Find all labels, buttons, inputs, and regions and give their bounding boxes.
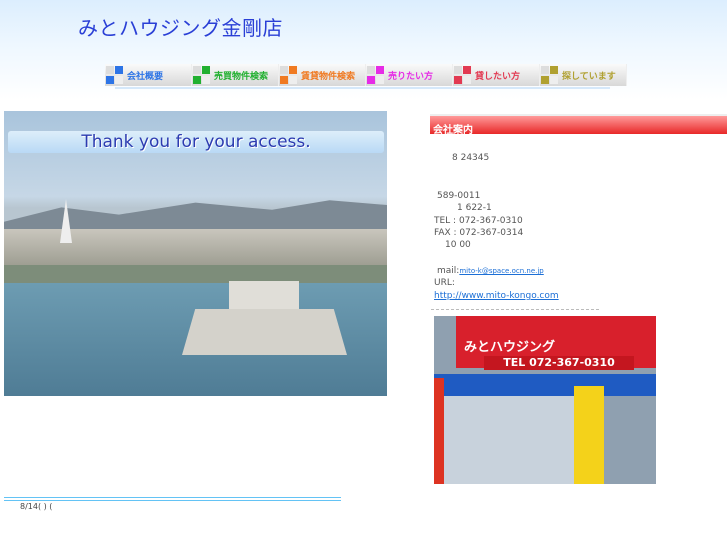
nav-landlords[interactable]: 貸したい方 [453, 64, 540, 86]
nav-sale-search[interactable]: 売買物件検索 [192, 64, 279, 86]
address: 1 622-1 [457, 203, 492, 213]
nav-label: 売買物件検索 [214, 71, 269, 82]
url-label: URL: [434, 278, 455, 288]
nav-underline [115, 87, 610, 89]
website-link[interactable]: http://www.mito-kongo.com [434, 291, 559, 301]
postal-code: 589-0011 [437, 191, 481, 201]
nav-squares-icon [105, 65, 123, 85]
nav-label: 会社概要 [127, 71, 164, 82]
nav-squares-icon [540, 65, 558, 85]
nav-label: 貸したい方 [475, 71, 521, 82]
main-nav: 会社概要 売買物件検索 賃貸物件検索 売りたい方 貸したい方 探しています [105, 64, 627, 86]
nav-label: 探しています [562, 71, 616, 82]
license-number: 8 24345 [452, 153, 490, 163]
nav-company[interactable]: 会社概要 [105, 64, 192, 86]
welcome-banner: Thank you for your access. [8, 131, 384, 153]
tel: TEL : 072-367-0310 [434, 216, 523, 226]
nav-sellers[interactable]: 売りたい方 [366, 64, 453, 86]
company-info-heading: 会社案内 [430, 114, 727, 136]
nav-squares-icon [453, 65, 471, 85]
nav-squares-icon [192, 65, 210, 85]
footer-divider [4, 497, 341, 501]
nav-rent-search[interactable]: 賃貸物件検索 [279, 64, 366, 86]
nav-label: 賃貸物件検索 [301, 71, 356, 82]
lake-photo: Thank you for your access. [4, 111, 387, 396]
site-title: みとハウジング金剛店 [78, 16, 283, 40]
store-photo: みとハウジング TEL 072-367-0310 [434, 316, 656, 484]
nav-wanted[interactable]: 探しています [540, 64, 627, 86]
fax: FAX : 072-367-0314 [434, 228, 524, 238]
nav-squares-icon [366, 65, 384, 85]
footer-date: 8/14( ) ( [20, 502, 53, 511]
hours: 10 00 [445, 240, 471, 250]
nav-squares-icon [279, 65, 297, 85]
store-tel: TEL 072-367-0310 [484, 356, 634, 370]
mail-label: mail: [437, 266, 460, 276]
mail-link[interactable]: mito-k@space.ocn.ne.jp [459, 267, 543, 275]
nav-label: 売りたい方 [388, 71, 434, 82]
divider [431, 309, 599, 310]
